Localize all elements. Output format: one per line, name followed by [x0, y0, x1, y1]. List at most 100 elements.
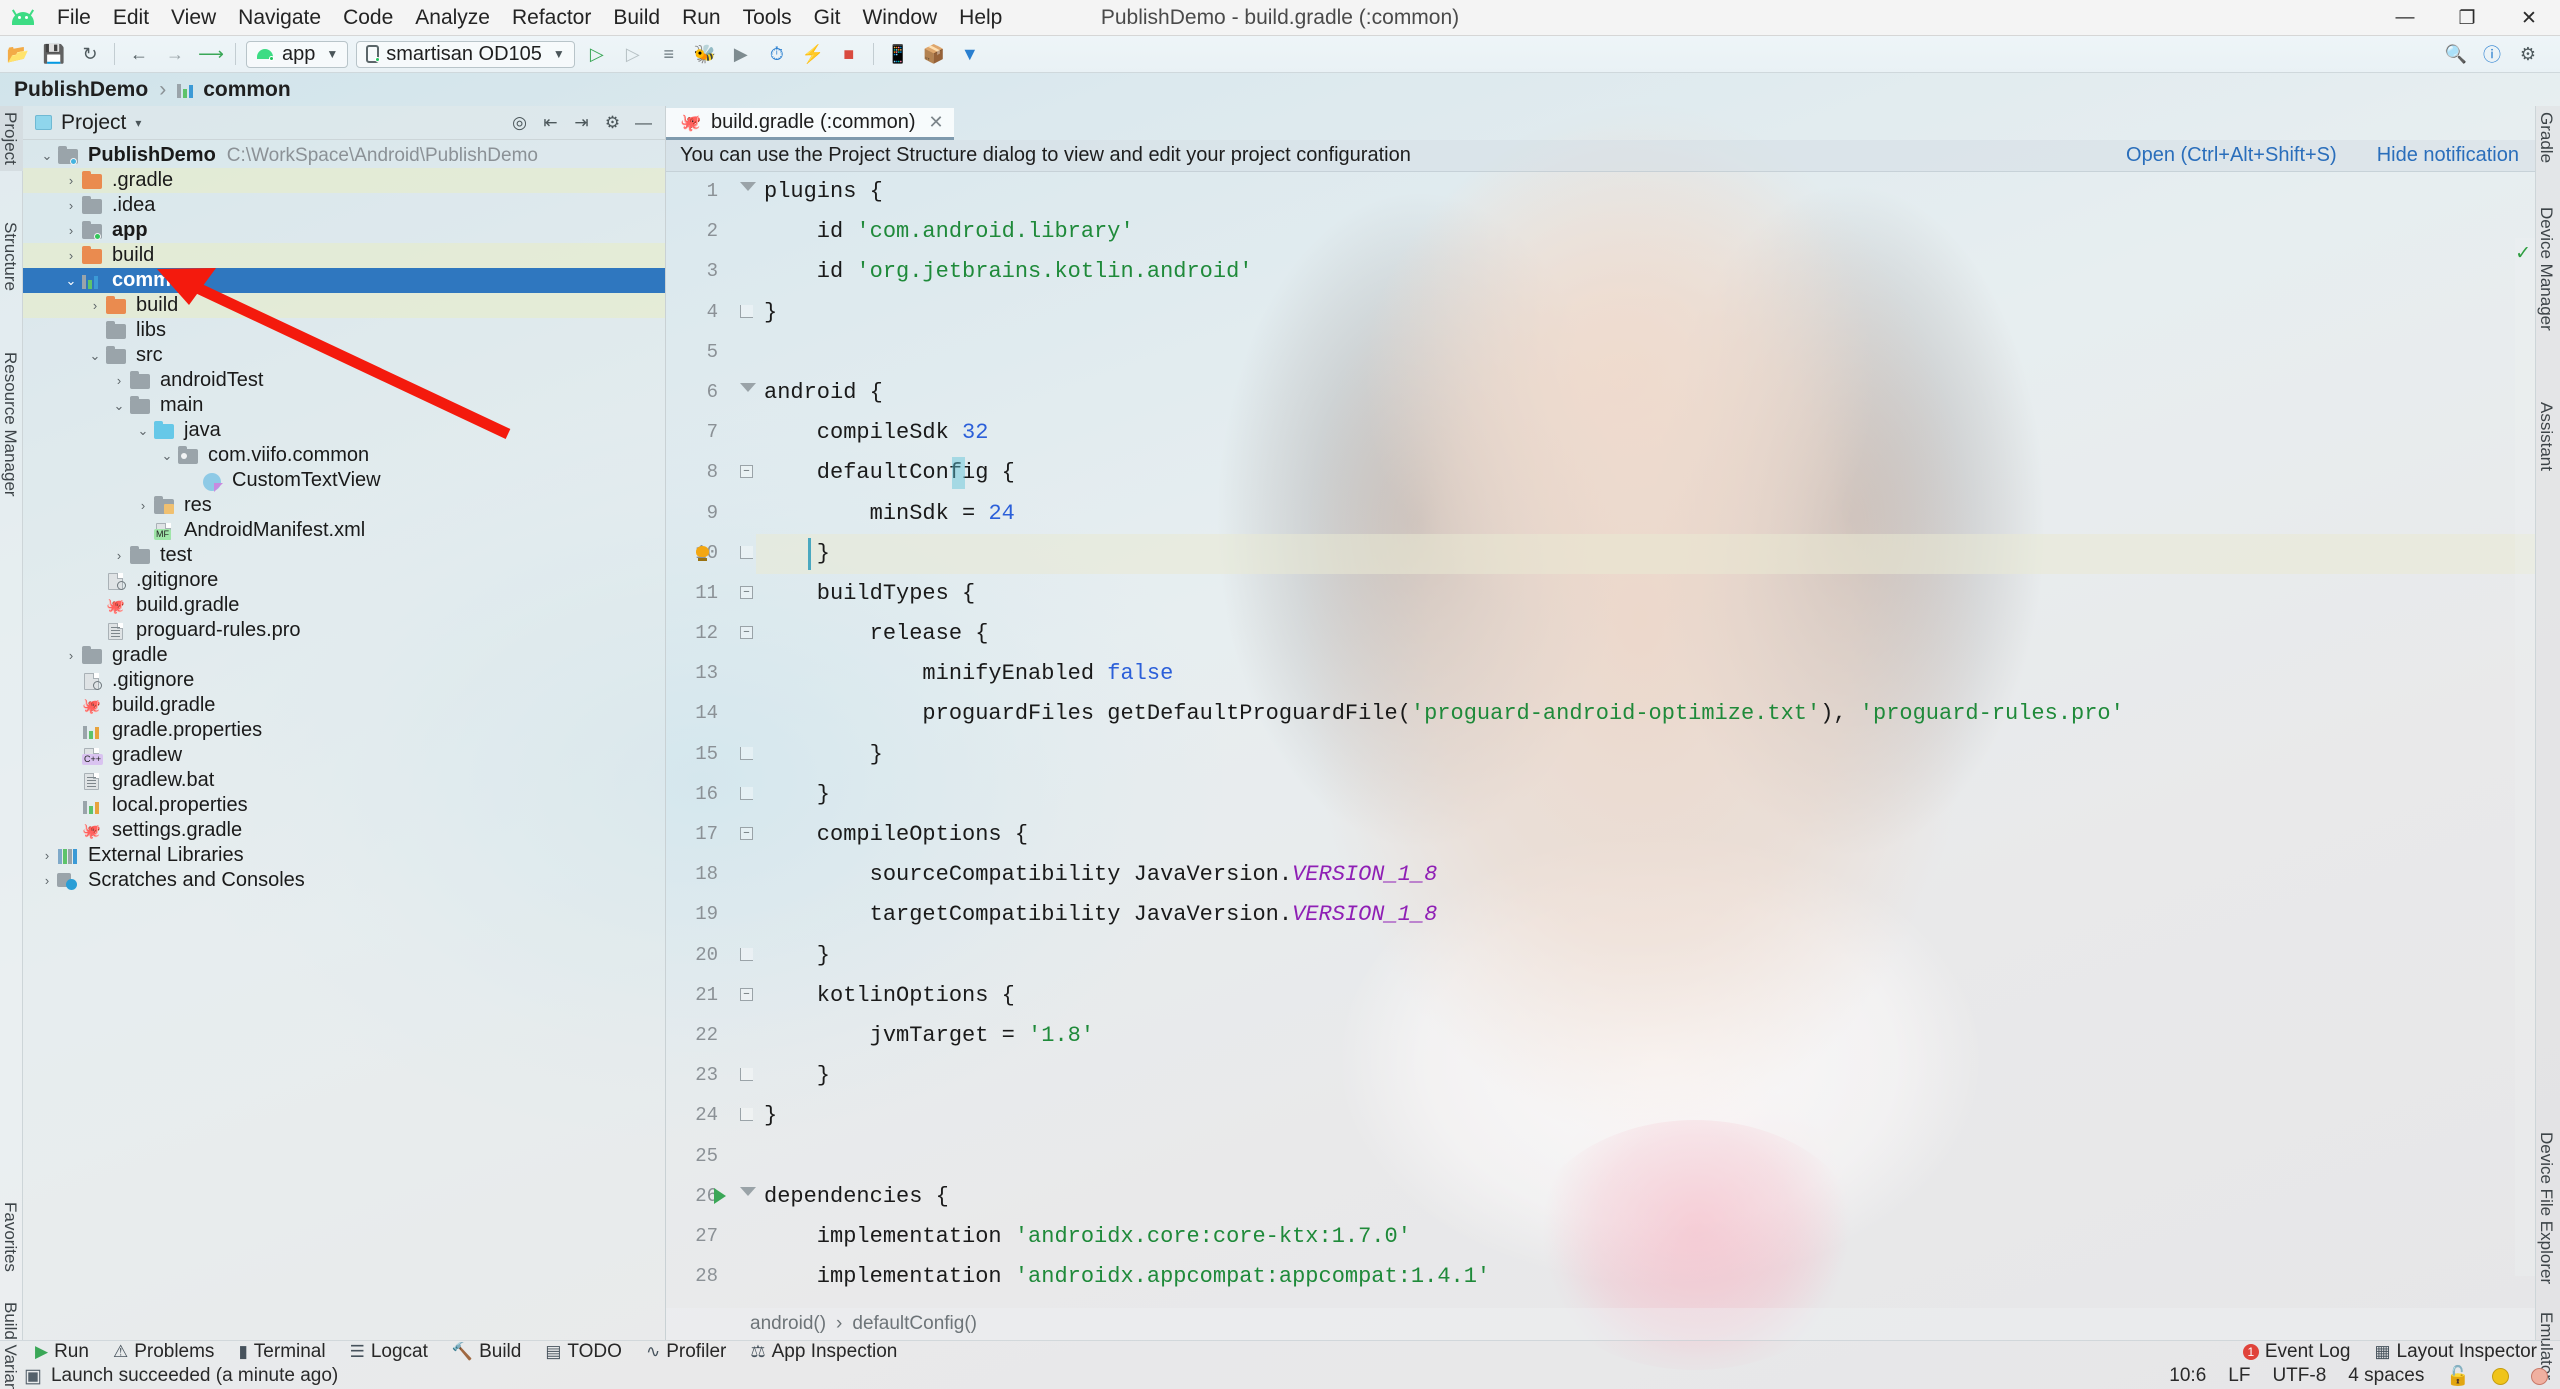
gutter-line-15[interactable]: 15: [666, 735, 756, 775]
hide-notification-link[interactable]: Hide notification: [2377, 144, 2519, 167]
fold-collapse-icon[interactable]: −: [740, 585, 753, 599]
open-folder-icon[interactable]: 📂: [2, 40, 34, 68]
tree-expand-arrow-icon[interactable]: ›: [109, 548, 129, 563]
indent-setting[interactable]: 4 spaces: [2348, 1365, 2424, 1387]
code-line-1[interactable]: plugins {: [756, 172, 2535, 212]
menu-git[interactable]: Git: [803, 0, 852, 35]
code-editor[interactable]: 1234 5678−910 11−12−131415 16 17−181920 …: [666, 172, 2535, 1308]
search-everywhere-icon[interactable]: 🔍: [2440, 40, 2472, 68]
line-separator[interactable]: LF: [2228, 1365, 2250, 1387]
tool-tab-resource-manager[interactable]: Resource Manager: [0, 346, 23, 503]
tree-expand-arrow-icon[interactable]: ›: [61, 673, 81, 688]
select-opened-file-icon[interactable]: ◎: [506, 111, 533, 135]
fold-collapse-icon[interactable]: [740, 382, 756, 392]
code-line-27[interactable]: implementation 'androidx.core:core-ktx:1…: [756, 1217, 2535, 1257]
smiley-yellow-icon[interactable]: [2492, 1367, 2509, 1385]
tree-node-build[interactable]: › build: [23, 293, 665, 318]
tree-node-java[interactable]: ⌄ java: [23, 418, 665, 443]
code-line-8[interactable]: defaultConfig {: [756, 453, 2535, 493]
menu-run[interactable]: Run: [671, 0, 732, 35]
fold-collapse-icon[interactable]: −: [740, 987, 753, 1001]
code-line-25[interactable]: [756, 1137, 2535, 1177]
code-line-24[interactable]: }: [756, 1096, 2535, 1136]
code-line-19[interactable]: targetCompatibility JavaVersion.VERSION_…: [756, 895, 2535, 935]
gutter-line-8[interactable]: 8−: [666, 453, 756, 493]
fold-end-icon[interactable]: [740, 1068, 753, 1082]
tree-node-publishdemo[interactable]: ⌄ PublishDemo C:\WorkSpace\Android\Publish…: [23, 143, 665, 168]
menu-analyze[interactable]: Analyze: [404, 0, 501, 35]
gutter-line-20[interactable]: 20: [666, 936, 756, 976]
tree-node-libs[interactable]: › libs: [23, 318, 665, 343]
fold-end-icon[interactable]: [740, 304, 753, 318]
close-button[interactable]: ✕: [2498, 0, 2560, 36]
tree-node--idea[interactable]: › .idea: [23, 193, 665, 218]
run-gutter-icon[interactable]: [714, 1187, 726, 1204]
project-tree[interactable]: ⌄ PublishDemo C:\WorkSpace\Android\Publish…: [23, 140, 665, 1340]
lock-icon[interactable]: 🔓: [2446, 1364, 2470, 1388]
code-line-12[interactable]: release {: [756, 614, 2535, 654]
tree-node-external-libraries[interactable]: › External Libraries: [23, 843, 665, 868]
tree-expand-arrow-icon[interactable]: ›: [85, 598, 105, 613]
expand-all-icon[interactable]: ⇤: [537, 111, 564, 135]
device-dropdown-icon[interactable]: ▼: [954, 40, 986, 68]
bottom-tab-logcat[interactable]: ☰ Logcat: [339, 1341, 439, 1364]
file-encoding[interactable]: UTF-8: [2272, 1365, 2326, 1387]
tool-tab-assistant[interactable]: Assistant: [2535, 396, 2560, 477]
tree-expand-arrow-icon[interactable]: ›: [37, 848, 57, 863]
tree-node-src[interactable]: ⌄ src: [23, 343, 665, 368]
bottom-tab-profiler[interactable]: ∿ Profiler: [635, 1341, 737, 1364]
gutter-line-16[interactable]: 16: [666, 775, 756, 815]
tool-tab-gradle[interactable]: Gradle: [2535, 106, 2560, 169]
tool-tab-device-file-explorer[interactable]: Device File Explorer: [2535, 1126, 2560, 1290]
open-project-structure-link[interactable]: Open (Ctrl+Alt+Shift+S): [2126, 144, 2337, 167]
save-all-icon[interactable]: 💾: [38, 40, 70, 68]
tree-node-common[interactable]: ⌄ common: [23, 268, 665, 293]
bottom-tab-app-inspection[interactable]: ⚖ App Inspection: [739, 1341, 908, 1364]
inspection-ok-icon[interactable]: ✓: [2515, 242, 2531, 265]
maximize-button[interactable]: ❐: [2436, 0, 2498, 36]
code-line-22[interactable]: jvmTarget = '1.8': [756, 1016, 2535, 1056]
code-line-14[interactable]: proguardFiles getDefaultProguardFile('pr…: [756, 694, 2535, 734]
tool-tab-structure[interactable]: Structure: [0, 216, 23, 297]
tree-expand-arrow-icon[interactable]: ›: [61, 173, 81, 188]
editor-code-lines[interactable]: plugins { id 'com.android.library' id 'o…: [696, 172, 2535, 1308]
tree-node--gradle[interactable]: › .gradle: [23, 168, 665, 193]
bottom-tab-problems[interactable]: ⚠ Problems: [102, 1341, 226, 1364]
tree-expand-arrow-icon[interactable]: ›: [85, 298, 105, 313]
tree-expand-arrow-icon[interactable]: ›: [85, 323, 105, 338]
tree-node-gradlew-bat[interactable]: › gradlew.bat: [23, 768, 665, 793]
bottom-tab-terminal[interactable]: ▮ Terminal: [227, 1341, 336, 1364]
gutter-line-23[interactable]: 23: [666, 1056, 756, 1096]
minimize-button[interactable]: —: [2374, 0, 2436, 36]
tree-node-com-viifo-common[interactable]: ⌄ com.viifo.common: [23, 443, 665, 468]
menu-help[interactable]: Help: [948, 0, 1013, 35]
run-app-icon[interactable]: ⚡: [797, 40, 829, 68]
gutter-line-18[interactable]: 18: [666, 855, 756, 895]
tree-expand-arrow-icon[interactable]: ›: [61, 223, 81, 238]
tree-expand-arrow-icon[interactable]: ⌄: [37, 148, 57, 164]
back-arrow-icon[interactable]: ←: [123, 40, 155, 68]
gutter-line-28[interactable]: 28: [666, 1257, 756, 1297]
code-line-4[interactable]: }: [756, 293, 2535, 333]
breadcrumb-module[interactable]: common: [203, 78, 291, 102]
gutter-line-24[interactable]: 24: [666, 1096, 756, 1136]
tree-node-test[interactable]: › test: [23, 543, 665, 568]
tree-node-build[interactable]: › build: [23, 243, 665, 268]
tree-expand-arrow-icon[interactable]: ›: [133, 523, 153, 538]
menu-view[interactable]: View: [160, 0, 227, 35]
apply-code-changes-icon[interactable]: ≡: [653, 40, 685, 68]
code-line-9[interactable]: minSdk = 24: [756, 494, 2535, 534]
breadcrumb-default-config[interactable]: defaultConfig(): [852, 1313, 977, 1335]
gutter-line-25[interactable]: 25: [666, 1137, 756, 1177]
menu-file[interactable]: File: [46, 0, 102, 35]
fold-collapse-icon[interactable]: −: [740, 827, 753, 840]
forward-arrow-icon[interactable]: →: [159, 40, 191, 68]
code-line-7[interactable]: compileSdk 32: [756, 413, 2535, 453]
settings-gear-icon[interactable]: ⚙: [599, 111, 626, 135]
menu-window[interactable]: Window: [851, 0, 948, 35]
tree-expand-arrow-icon[interactable]: ⌄: [85, 348, 105, 364]
tool-tab-project[interactable]: Project: [0, 106, 23, 171]
tree-expand-arrow-icon[interactable]: ›: [37, 873, 57, 888]
code-line-18[interactable]: sourceCompatibility JavaVersion.VERSION_…: [756, 855, 2535, 895]
fold-collapse-icon[interactable]: −: [740, 465, 753, 479]
